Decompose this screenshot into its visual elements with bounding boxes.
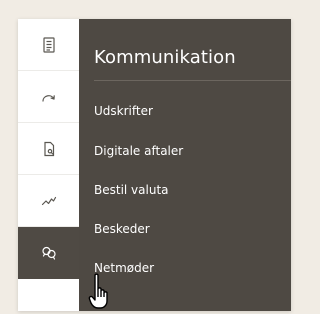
file-search-icon <box>40 140 58 158</box>
redo-icon <box>40 88 58 106</box>
rail-item-documents[interactable] <box>18 19 79 71</box>
document-icon <box>40 36 58 54</box>
chart-line-icon <box>40 192 58 210</box>
rail-item-files[interactable] <box>18 123 79 175</box>
flyout-divider <box>94 80 291 81</box>
navigation-shell: Kommunikation Udskrifter Digitale aftale… <box>18 19 291 311</box>
chat-bubbles-icon <box>40 244 58 262</box>
menu-item-digitale-aftaler[interactable]: Digitale aftaler <box>94 143 183 159</box>
rail-item-investments[interactable] <box>18 175 79 227</box>
menu-item-beskeder[interactable]: Beskeder <box>94 221 150 237</box>
icon-rail <box>18 19 79 311</box>
menu-item-udskrifter[interactable]: Udskrifter <box>94 103 153 119</box>
menu-item-bestil-valuta[interactable]: Bestil valuta <box>94 182 169 198</box>
rail-item-communication[interactable] <box>18 227 79 279</box>
communication-flyout-menu: Kommunikation Udskrifter Digitale aftale… <box>79 19 291 311</box>
flyout-title: Kommunikation <box>94 47 236 68</box>
rail-item-transfers[interactable] <box>18 71 79 123</box>
menu-item-netmoder[interactable]: Netmøder <box>94 260 154 276</box>
